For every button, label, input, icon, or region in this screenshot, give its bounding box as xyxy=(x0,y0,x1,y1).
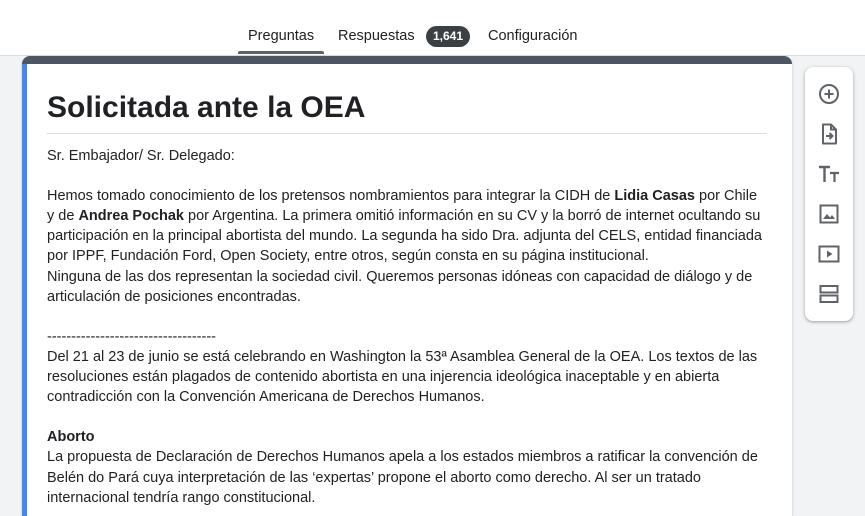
add-section-icon[interactable] xyxy=(817,282,841,306)
import-questions-icon[interactable] xyxy=(817,122,841,146)
name-lidia-casas: Lidia Casas xyxy=(614,188,695,205)
active-tab-indicator xyxy=(238,51,324,54)
form-header-card[interactable]: Solicitada ante la OEA Sr. Embajador/ Sr… xyxy=(22,56,792,516)
paragraph-line: Del 21 al 23 de junio se está celebrando… xyxy=(47,348,758,365)
top-tab-bar: Preguntas Respuestas 1,641 Configuración xyxy=(0,0,865,56)
paragraph-line: participación en la principal abortista … xyxy=(47,228,762,245)
form-description[interactable]: Sr. Embajador/ Sr. Delegado: Hemos tomad… xyxy=(47,146,767,508)
paragraph-line: y de Andrea Pochak por Argentina. La pri… xyxy=(47,208,761,225)
form-title[interactable]: Solicitada ante la OEA xyxy=(47,88,767,128)
paragraph-line: Belén do Pará cuya interpretación de las… xyxy=(47,469,701,486)
paragraph-line: Ninguna de las dos representan la socied… xyxy=(47,268,753,285)
greeting-line: Sr. Embajador/ Sr. Delegado: xyxy=(47,148,235,164)
add-video-icon[interactable] xyxy=(817,242,841,266)
name-andrea-pochak: Andrea Pochak xyxy=(78,208,185,225)
title-underline xyxy=(47,133,767,134)
floating-toolbar xyxy=(805,67,853,321)
responses-count-badge: 1,641 xyxy=(426,26,471,47)
add-image-icon[interactable] xyxy=(817,202,841,226)
paragraph-line: internacional tendría rango constitucion… xyxy=(47,489,316,506)
separator-line: ----------------------------------- xyxy=(47,328,217,345)
paragraph-line: resoluciones están plagados de contenido… xyxy=(47,369,720,386)
section-heading-aborto: Aborto xyxy=(47,429,95,446)
paragraph-line: por IPPF, Fundación Ford, Open Society, … xyxy=(47,248,649,265)
add-question-icon[interactable] xyxy=(817,82,841,106)
tab-questions[interactable]: Preguntas xyxy=(248,28,314,44)
card-theme-band xyxy=(22,56,792,64)
tab-responses[interactable]: Respuestas xyxy=(338,28,415,44)
paragraph-line: contradicción con la Convención American… xyxy=(47,389,485,406)
tab-settings[interactable]: Configuración xyxy=(488,28,577,44)
selected-card-indicator xyxy=(22,64,27,516)
paragraph-line: Hemos tomado conocimiento de los pretens… xyxy=(47,188,758,205)
add-title-icon[interactable] xyxy=(817,162,841,186)
paragraph-line: articulación de posiciones encontradas. xyxy=(47,288,301,305)
paragraph-line: La propuesta de Declaración de Derechos … xyxy=(47,449,758,466)
